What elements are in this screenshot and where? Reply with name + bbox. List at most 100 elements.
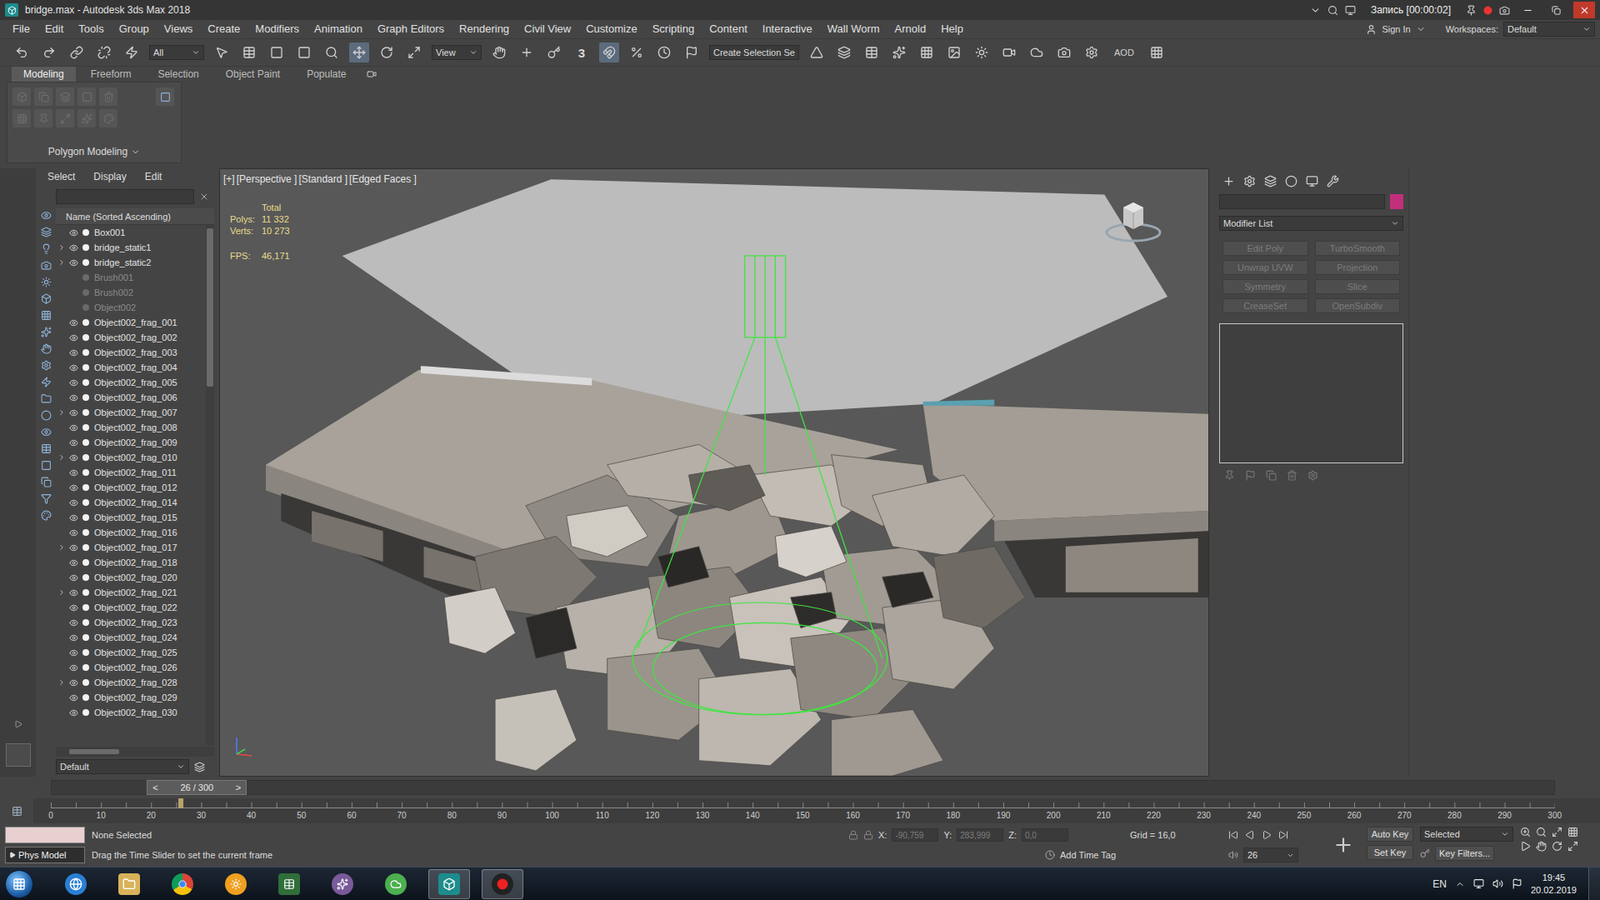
tool-button[interactable] <box>999 42 1020 63</box>
expand-icon[interactable] <box>57 408 66 417</box>
explorer-row[interactable]: bridge_static2 <box>55 255 206 270</box>
filter-icon[interactable] <box>40 393 52 405</box>
eye-icon[interactable] <box>69 363 79 373</box>
viewport-menu[interactable]: [+] <box>223 173 235 185</box>
ribbon-button[interactable] <box>12 87 31 106</box>
edit-sets-button[interactable] <box>681 42 702 63</box>
explorer-row[interactable]: Object002_frag_011 <box>55 465 206 480</box>
eye-icon[interactable] <box>69 228 79 238</box>
expand-icon[interactable] <box>57 588 66 597</box>
menu-item[interactable]: Interactive <box>755 20 820 39</box>
tool-button[interactable] <box>834 42 855 63</box>
modifier-button[interactable]: CreaseSet <box>1222 298 1309 314</box>
filter-icon[interactable] <box>40 293 52 305</box>
tool-button[interactable] <box>39 42 60 63</box>
clear-icon[interactable] <box>199 191 210 202</box>
explorer-row[interactable]: Object002_frag_028 <box>55 675 206 690</box>
eye-icon[interactable] <box>69 378 79 388</box>
zoom-extents-icon[interactable] <box>1551 826 1563 838</box>
coord-system[interactable]: View <box>431 45 482 60</box>
object-name-field[interactable] <box>1219 194 1385 210</box>
ribbon-button[interactable] <box>99 87 118 106</box>
menu-item[interactable]: Customize <box>578 20 645 39</box>
keyboard-button[interactable] <box>544 42 565 63</box>
menu-item[interactable]: Civil View <box>516 20 579 39</box>
ribbon-button[interactable] <box>99 109 118 128</box>
key-icon[interactable] <box>1420 848 1430 859</box>
filter-icon[interactable] <box>40 276 52 288</box>
menu-item[interactable]: Help <box>933 20 971 39</box>
taskbar-app[interactable] <box>428 869 470 900</box>
prev-frame[interactable]: < <box>152 782 158 793</box>
ribbon-button[interactable] <box>12 109 31 128</box>
eye-icon[interactable] <box>69 483 79 493</box>
time-slider-thumb[interactable]: <26 / 300> <box>146 780 247 795</box>
eye-icon[interactable] <box>69 498 79 508</box>
eye-icon[interactable] <box>69 348 79 358</box>
eye-icon[interactable] <box>69 573 79 583</box>
eye-icon[interactable] <box>69 258 79 268</box>
ribbon-button[interactable] <box>34 109 53 128</box>
tool-button[interactable] <box>321 42 342 63</box>
eye-icon[interactable] <box>69 393 79 403</box>
orbit-icon[interactable] <box>1551 840 1563 852</box>
menu-item[interactable]: Scripting <box>645 20 703 39</box>
filter-icon[interactable] <box>40 260 52 271</box>
ribbon-button[interactable] <box>155 87 175 106</box>
taskbar-app[interactable] <box>215 869 257 900</box>
explorer-row[interactable]: Object002_frag_002 <box>55 330 206 345</box>
modifier-button[interactable]: Slice <box>1315 279 1401 295</box>
set-key-button[interactable] <box>1326 826 1360 864</box>
stack-tool-icon[interactable] <box>1307 470 1319 481</box>
menu-item[interactable]: Content <box>701 20 755 39</box>
eye-icon[interactable] <box>69 648 79 658</box>
viewport-menu[interactable]: [Edged Faces ] <box>349 173 417 185</box>
explorer-row[interactable]: Object002_frag_020 <box>55 570 206 585</box>
isolate-icon[interactable] <box>863 830 874 840</box>
menu-item[interactable]: File <box>5 20 38 39</box>
zoom-all-icon[interactable] <box>1535 826 1547 838</box>
modifier-stack[interactable] <box>1219 323 1404 464</box>
tool-button[interactable] <box>1054 42 1075 63</box>
explorer-menu-item[interactable]: Select <box>47 170 75 183</box>
filter-icon[interactable] <box>40 360 52 371</box>
layers-icon[interactable] <box>194 761 205 773</box>
explorer-row[interactable]: Object002_frag_023 <box>55 615 206 630</box>
explorer-row[interactable]: Object002_frag_009 <box>55 435 206 450</box>
ribbon-tab[interactable]: Freeform <box>79 66 144 82</box>
menu-item[interactable]: Tools <box>70 20 111 39</box>
y-field[interactable]: 283,999 <box>956 828 1004 842</box>
explorer-row[interactable]: Object002_frag_010 <box>55 450 206 465</box>
explorer-row[interactable]: bridge_static1 <box>55 240 206 255</box>
menu-item[interactable]: Wall Worm <box>820 20 888 39</box>
tool-button[interactable] <box>944 42 965 63</box>
filter-icon[interactable] <box>40 243 52 255</box>
volume-icon[interactable] <box>1492 878 1504 890</box>
explorer-row[interactable]: Object002_frag_004 <box>55 360 206 375</box>
menu-item[interactable]: Group <box>111 20 157 39</box>
eye-icon[interactable] <box>69 513 79 523</box>
tool-button[interactable] <box>294 42 315 63</box>
taskbar-app[interactable] <box>321 869 364 900</box>
tool-button[interactable] <box>971 42 992 63</box>
viewport-label[interactable]: [+][Perspective ][Standard ][Edged Faces… <box>223 173 417 185</box>
explorer-row[interactable]: Object002_frag_007 <box>55 405 206 420</box>
curve-editor-icon[interactable] <box>11 805 23 817</box>
tool-button[interactable] <box>404 42 425 63</box>
filter-icon[interactable] <box>40 326 52 338</box>
tool-button[interactable] <box>66 42 87 63</box>
pen-icon[interactable] <box>1465 5 1477 16</box>
ribbon-tab[interactable]: Object Paint <box>214 66 292 82</box>
tool-button[interactable] <box>1081 42 1102 63</box>
taskbar-app[interactable] <box>55 869 97 900</box>
start-button[interactable] <box>5 870 34 899</box>
maxscript-listener[interactable] <box>5 826 85 844</box>
tool-button[interactable] <box>121 42 142 63</box>
modifier-button[interactable]: Edit Poly <box>1222 240 1309 256</box>
pan-icon[interactable] <box>1535 840 1547 852</box>
selection-filter[interactable]: All <box>149 45 205 60</box>
explorer-search[interactable] <box>55 189 195 205</box>
eye-icon[interactable] <box>69 708 79 718</box>
tool-button[interactable] <box>376 42 397 63</box>
eye-icon[interactable] <box>69 588 79 598</box>
